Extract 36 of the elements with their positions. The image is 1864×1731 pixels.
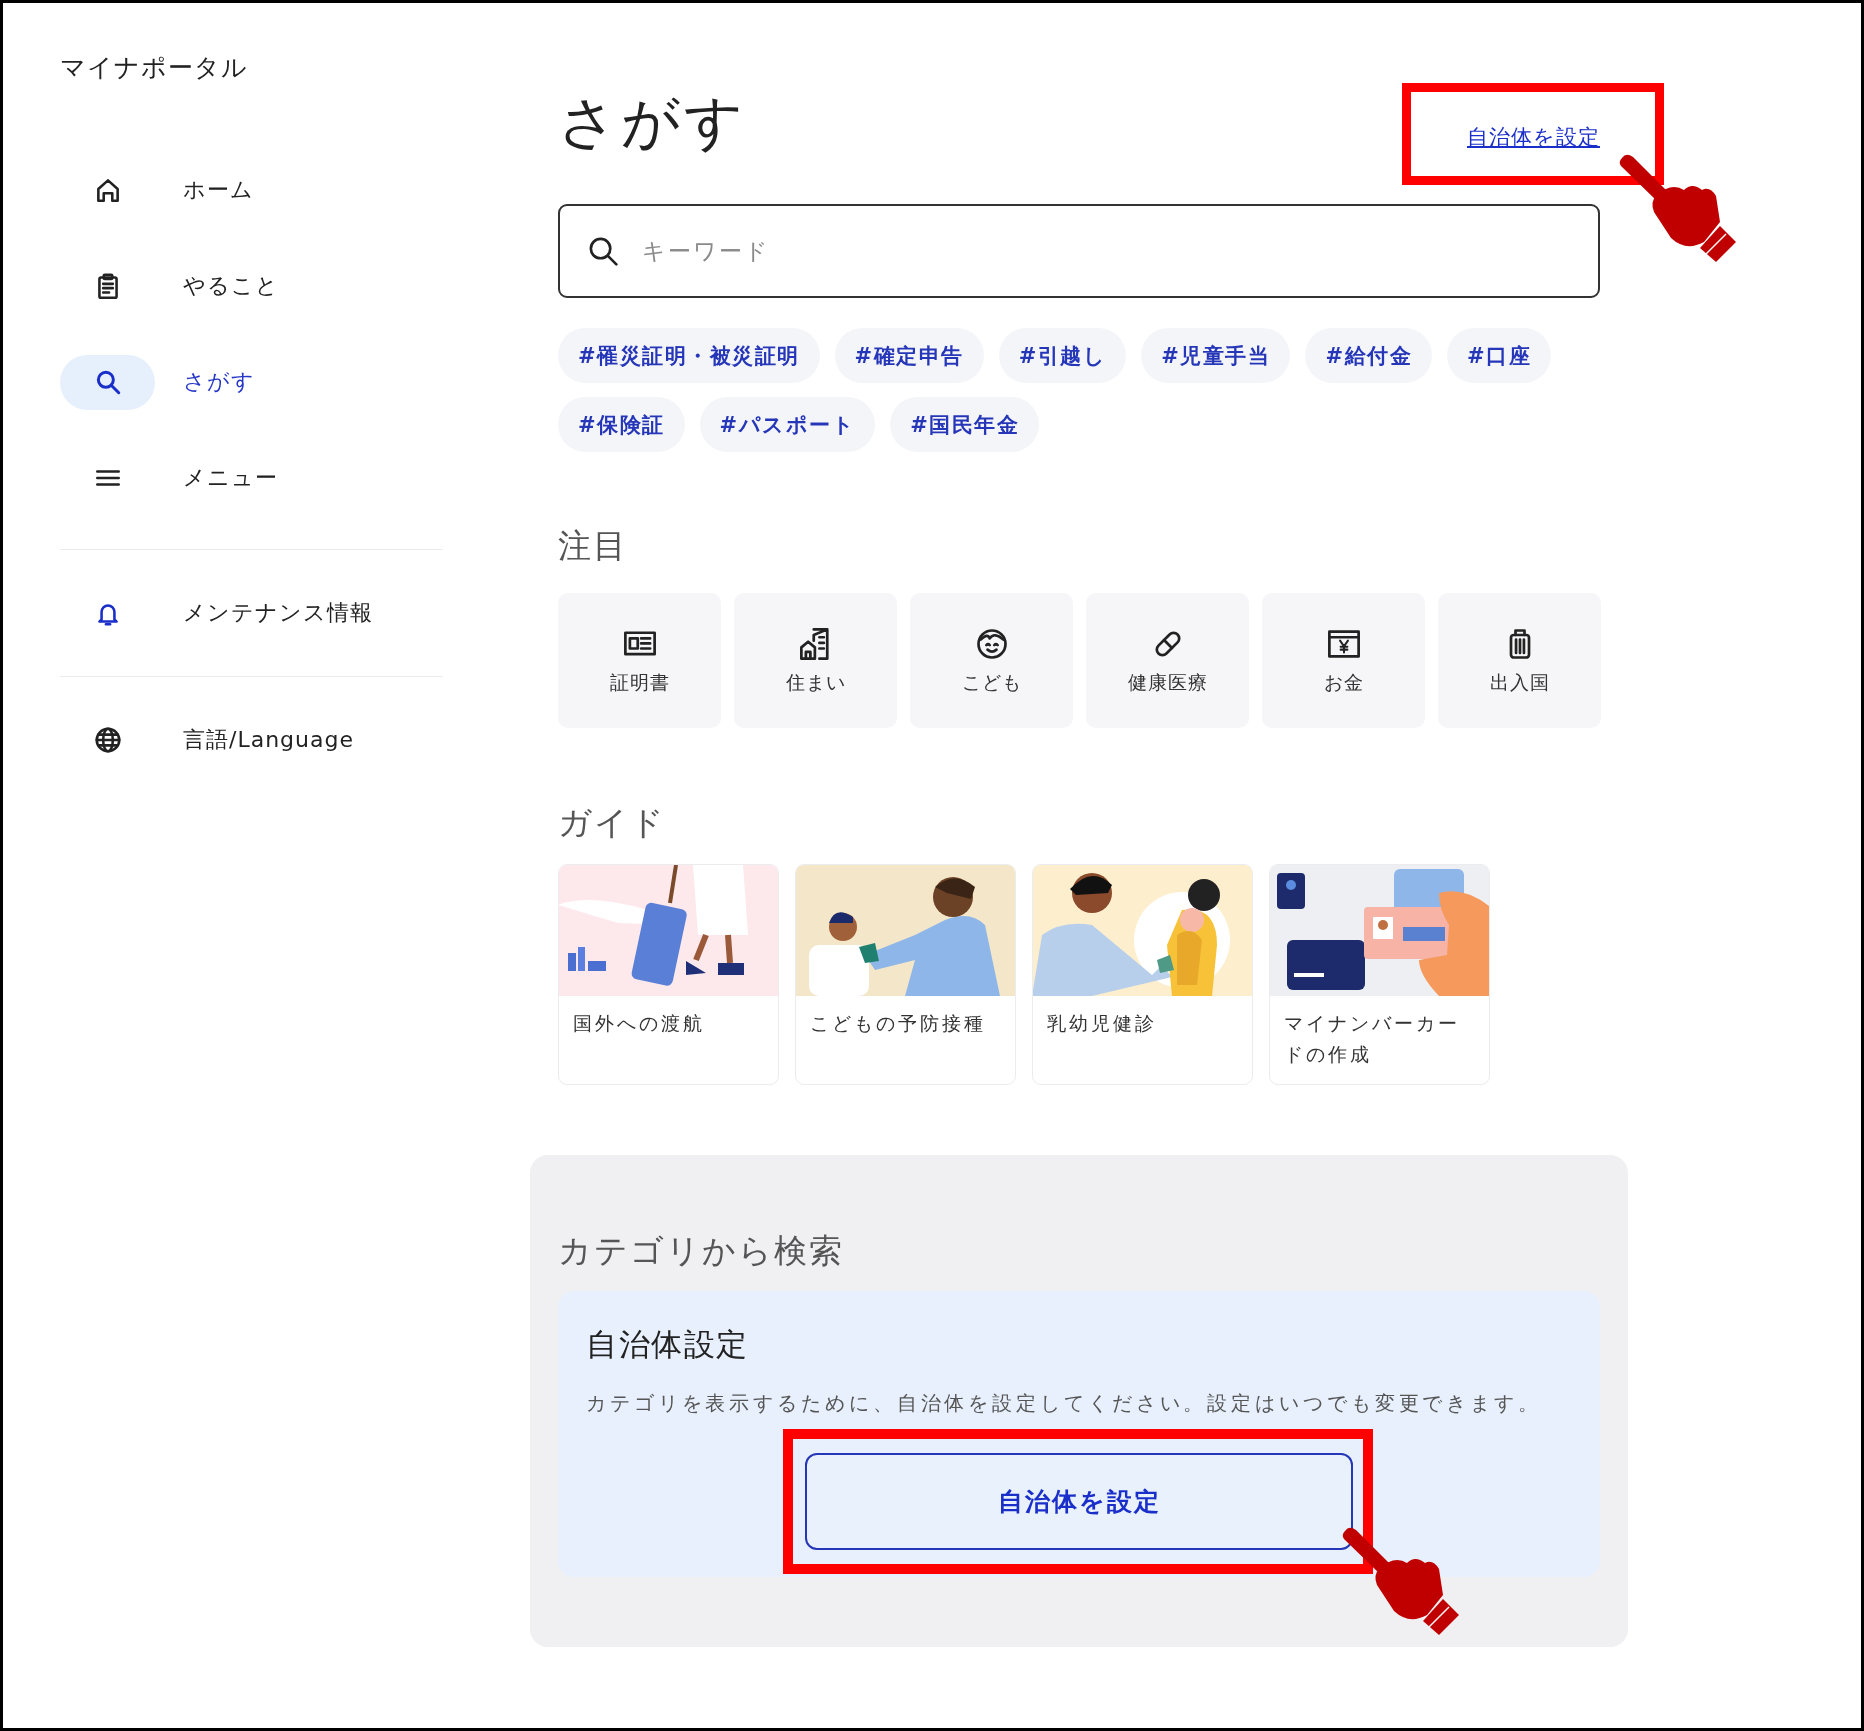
hashtag-chip[interactable]: #パスポート bbox=[699, 397, 876, 452]
site-title: マイナポータル bbox=[60, 52, 248, 84]
hashtag-chip[interactable]: #国民年金 bbox=[890, 397, 1040, 452]
section-title: カテゴリから検索 bbox=[558, 1230, 845, 1272]
hashtag-chip[interactable]: #保険証 bbox=[558, 397, 685, 452]
nav-item[interactable]: やること bbox=[60, 238, 446, 334]
category-tile[interactable]: 健康医療 bbox=[1086, 593, 1249, 728]
guide-card[interactable]: 乳幼児健診 bbox=[1032, 864, 1253, 1085]
hashtag-chip[interactable]: #口座 bbox=[1447, 328, 1552, 383]
section-title: 注目 bbox=[558, 525, 629, 567]
nav-item[interactable]: ホーム bbox=[60, 142, 446, 238]
hashtag-chip[interactable]: #罹災証明・被災証明 bbox=[558, 328, 820, 383]
search-field[interactable]: キーワード bbox=[558, 204, 1600, 298]
set-municipality-link[interactable]: 自治体を設定 bbox=[1467, 122, 1600, 152]
category-tile[interactable]: お金 bbox=[1262, 593, 1425, 728]
guide-card[interactable]: マイナンバーカードの作成 bbox=[1269, 864, 1490, 1085]
category-tile[interactable]: 住まい bbox=[734, 593, 897, 728]
hashtag-chip[interactable]: #確定申告 bbox=[834, 328, 984, 383]
globe-icon bbox=[92, 725, 123, 755]
nav-item[interactable]: 言語/Language bbox=[60, 677, 446, 803]
nav-item[interactable]: さがす bbox=[60, 334, 446, 430]
nav-item[interactable]: メンテナンス情報 bbox=[60, 550, 446, 676]
set-municipality-button[interactable]: 自治体を設定 bbox=[805, 1453, 1353, 1550]
hashtag-chip[interactable]: #児童手当 bbox=[1141, 328, 1291, 383]
guide-card[interactable]: 国外への渡航 bbox=[558, 864, 779, 1085]
guide-card[interactable]: こどもの予防接種 bbox=[795, 864, 1016, 1085]
nav-item[interactable]: メニュー bbox=[60, 430, 446, 526]
category-tile[interactable]: こども bbox=[910, 593, 1073, 728]
notice-title: 自治体設定 bbox=[586, 1325, 750, 1364]
section-title: ガイド bbox=[558, 802, 667, 844]
notice-text: カテゴリを表示するために、自治体を設定してください。設定はいつでも変更できます。 bbox=[586, 1390, 1543, 1417]
category-tile[interactable]: 証明書 bbox=[558, 593, 721, 728]
category-tile[interactable]: 出入国 bbox=[1438, 593, 1601, 728]
hashtag-chip[interactable]: #引越し bbox=[998, 328, 1127, 383]
hashtag-chip[interactable]: #給付金 bbox=[1305, 328, 1433, 383]
page-heading: さがす bbox=[558, 87, 747, 158]
